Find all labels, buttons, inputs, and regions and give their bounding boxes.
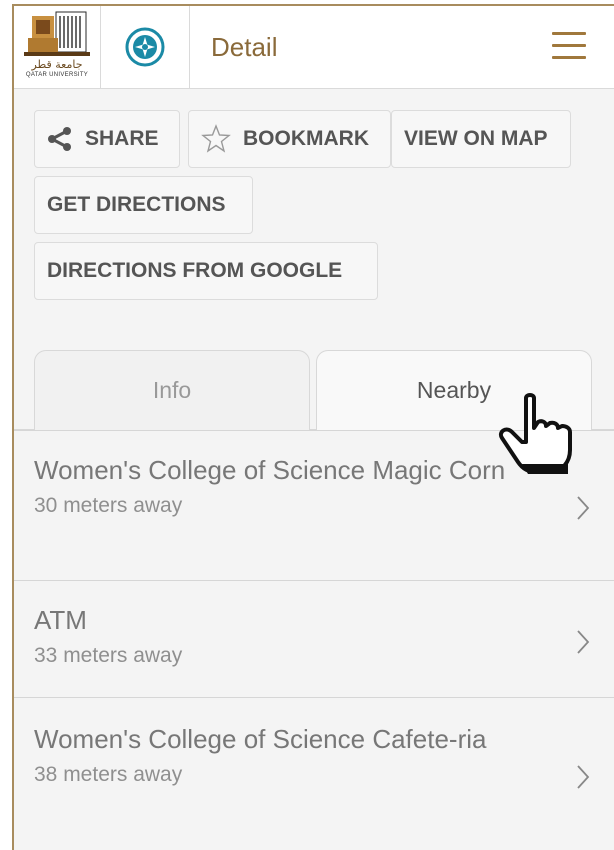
chevron-right-icon — [577, 765, 590, 789]
list-item-name: Women's College of Science Magic Corn — [34, 455, 506, 485]
list-item-name: ATM — [34, 605, 87, 635]
compass-button[interactable] — [101, 6, 190, 88]
share-icon — [47, 126, 73, 152]
header-bar: جامعة قطر QATAR UNIVERSITY Detail — [12, 6, 614, 89]
bookmark-button[interactable]: BOOKMARK — [188, 110, 391, 168]
directions-from-google-button[interactable]: DIRECTIONS FROM GOOGLE — [34, 242, 378, 300]
nearby-list-item[interactable]: ATM 33 meters away — [12, 580, 614, 697]
share-label: SHARE — [85, 127, 159, 150]
compass-icon — [125, 27, 165, 67]
logo-english-text: QATAR UNIVERSITY — [25, 72, 89, 78]
nearby-list-item[interactable]: Women's College of Science Cafete-ria 38… — [12, 697, 614, 850]
directions-from-google-label: DIRECTIONS FROM GOOGLE — [47, 259, 343, 282]
pointer-hand-cursor-icon — [499, 393, 572, 474]
chevron-right-icon — [577, 496, 590, 520]
bookmark-label: BOOKMARK — [243, 127, 369, 150]
list-item-distance: 33 meters away — [34, 644, 183, 667]
page-title: Detail — [211, 32, 278, 62]
hamburger-menu-icon[interactable] — [552, 32, 586, 62]
qatar-university-logo[interactable]: جامعة قطر QATAR UNIVERSITY — [14, 6, 101, 88]
frame-border — [12, 4, 614, 6]
logo-arabic-text: جامعة قطر — [31, 58, 83, 71]
star-icon — [201, 124, 231, 154]
tab-info[interactable]: Info — [34, 350, 310, 430]
frame-border — [12, 4, 14, 850]
university-building-icon — [24, 11, 90, 56]
get-directions-label: GET DIRECTIONS — [47, 193, 226, 216]
app-frame: جامعة قطر QATAR UNIVERSITY Detail SHARE … — [12, 4, 614, 850]
share-button[interactable]: SHARE — [34, 110, 180, 168]
list-item-distance: 30 meters away — [34, 494, 183, 517]
view-on-map-button[interactable]: VIEW ON MAP — [391, 110, 571, 168]
get-directions-button[interactable]: GET DIRECTIONS — [34, 176, 253, 234]
chevron-right-icon — [577, 630, 590, 654]
view-on-map-label: VIEW ON MAP — [404, 127, 548, 150]
list-item-distance: 38 meters away — [34, 763, 183, 786]
list-item-name: Women's College of Science Cafete-ria — [34, 724, 487, 754]
